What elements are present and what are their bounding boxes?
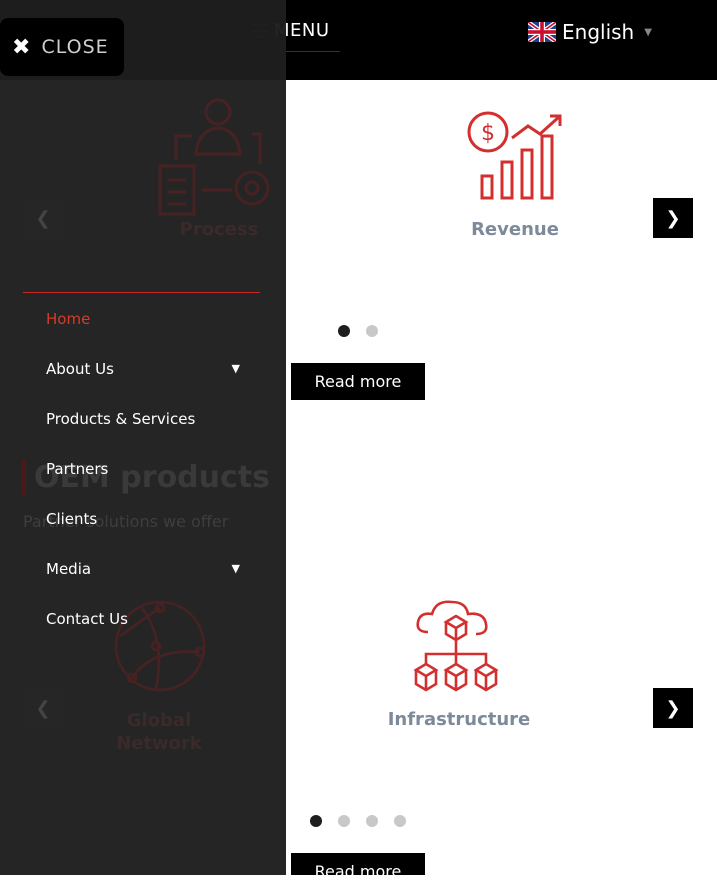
slider-dot[interactable]: [310, 815, 322, 827]
slide-title-global-network: Global Network: [106, 709, 212, 755]
nav-item-label: Media: [46, 560, 92, 578]
nav-item-contact-us[interactable]: Contact Us: [46, 606, 246, 656]
slider-dot[interactable]: [394, 815, 406, 827]
nav-item-home[interactable]: Home: [46, 306, 246, 356]
infrastructure-icon: [410, 596, 502, 698]
caret-down-icon[interactable]: ▼: [232, 362, 240, 375]
uk-flag-icon: [528, 22, 556, 42]
main-nav: Home About Us ▼ Products & Services Part…: [46, 306, 246, 656]
nav-item-partners[interactable]: Partners: [46, 456, 246, 506]
svg-text:$: $: [481, 121, 495, 146]
chevron-left-icon: ❮: [35, 207, 51, 229]
nav-item-media[interactable]: Media ▼: [46, 556, 246, 606]
menu-divider: [23, 292, 260, 293]
nav-item-label: Products & Services: [46, 410, 196, 428]
caret-down-icon[interactable]: ▼: [232, 562, 240, 575]
chevron-down-icon: ▼: [644, 26, 652, 38]
slider2-prev-button[interactable]: ❮: [23, 688, 63, 728]
slide-title-line: Network: [116, 733, 202, 754]
slider1-prev-button[interactable]: ❮: [23, 198, 63, 238]
slide-title-revenue: Revenue: [471, 219, 559, 240]
close-icon: ✖: [12, 34, 32, 60]
side-menu-drawer: Process ❮ OEM products Partner solutions…: [0, 0, 286, 875]
slider1-dots: [338, 325, 378, 337]
nav-item-clients[interactable]: Clients: [46, 506, 246, 556]
chevron-left-icon: ❮: [35, 697, 51, 719]
read-more-button[interactable]: Read more: [291, 363, 425, 400]
slider-dot[interactable]: [338, 325, 350, 337]
slider-dot[interactable]: [366, 325, 378, 337]
nav-item-label: Contact Us: [46, 610, 128, 628]
nav-item-label: Partners: [46, 460, 109, 478]
slide-title-infrastructure: Infrastructure: [387, 709, 531, 730]
close-label: CLOSE: [41, 36, 109, 58]
chevron-right-icon: ❯: [665, 697, 681, 719]
slider2-next-button[interactable]: ❯: [653, 688, 693, 728]
process-icon: [156, 94, 280, 222]
slide-title-process: Process: [179, 219, 259, 240]
close-menu-button[interactable]: ✖ CLOSE: [0, 18, 124, 76]
slider1-next-button[interactable]: ❯: [653, 198, 693, 238]
nav-item-label: Clients: [46, 510, 98, 528]
slider2-dots: [310, 815, 406, 827]
slider-dot[interactable]: [338, 815, 350, 827]
language-selector[interactable]: English ▼: [528, 20, 652, 44]
revenue-icon: $: [466, 110, 566, 206]
language-label: English: [562, 20, 635, 44]
slide-title-line: Global: [126, 710, 192, 731]
chevron-right-icon: ❯: [665, 207, 681, 229]
read-more-button[interactable]: Read more: [291, 853, 425, 875]
nav-item-label: Home: [46, 310, 91, 328]
nav-item-products-services[interactable]: Products & Services: [46, 406, 246, 456]
nav-item-about-us[interactable]: About Us ▼: [46, 356, 246, 406]
slider-dot[interactable]: [366, 815, 378, 827]
nav-item-label: About Us: [46, 360, 114, 378]
